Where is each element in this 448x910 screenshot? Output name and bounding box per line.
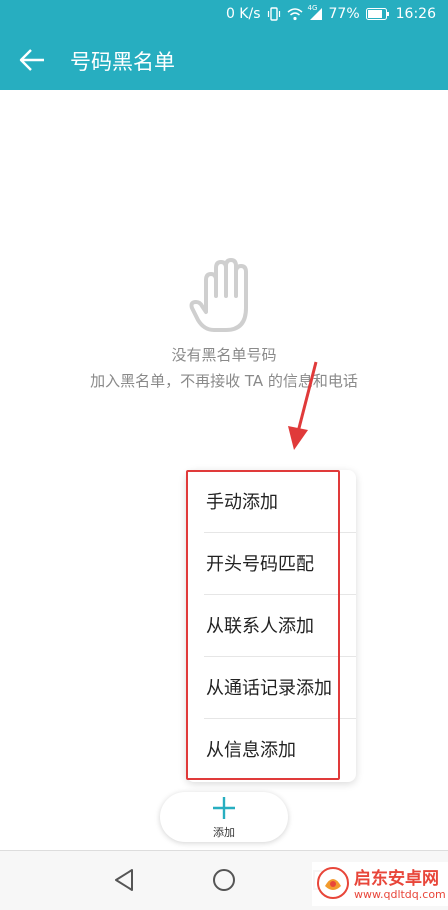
menu-item-manual-add[interactable]: 手动添加 [186,470,356,532]
watermark-url: www.qdltdq.com [354,888,446,901]
watermark-name: 启东安卓网 [354,869,439,889]
net-speed: 0 K/s [225,6,261,22]
add-options-menu: 手动添加 开头号码匹配 从联系人添加 从通话记录添加 从信息添加 [186,470,356,782]
plus-icon [213,797,235,819]
hand-icon [188,258,260,340]
wifi-icon [287,7,303,21]
empty-state-subtitle: 加入黑名单，不再接收 TA 的信息和电话 [90,372,358,390]
circle-home-icon [213,869,235,891]
annotation-arrow-icon [286,360,322,456]
add-button[interactable]: 添加 [160,792,288,842]
menu-item-prefix-match[interactable]: 开头号码匹配 [186,532,356,594]
vibrate-icon [267,7,281,21]
empty-state-title: 没有黑名单号码 [171,346,277,364]
watermark-logo-icon [317,867,349,899]
app-bar: 号码黑名单 [0,30,448,90]
menu-item-from-messages[interactable]: 从信息添加 [186,718,356,780]
nav-home-button[interactable] [209,865,239,895]
battery-percent: 77% [328,6,360,22]
clock: 16:26 [395,6,436,22]
add-button-label: 添加 [213,826,235,839]
status-bar: 0 K/s 4G 77% 16:26 [0,0,448,30]
page-title: 号码黑名单 [70,50,175,74]
menu-item-from-contacts[interactable]: 从联系人添加 [186,594,356,656]
status-icons: 0 K/s 4G 77% 16:26 [225,4,436,22]
back-button[interactable] [16,44,50,76]
battery-icon [365,8,390,20]
back-arrow-icon [19,49,44,71]
watermark: 启东安卓网 www.qdltdq.com [312,862,448,906]
signal-icon: 4G [307,4,323,21]
triangle-back-icon [115,869,133,891]
nav-back-button[interactable] [110,865,140,895]
network-type: 4G [307,4,318,12]
menu-item-from-call-log[interactable]: 从通话记录添加 [186,656,356,718]
